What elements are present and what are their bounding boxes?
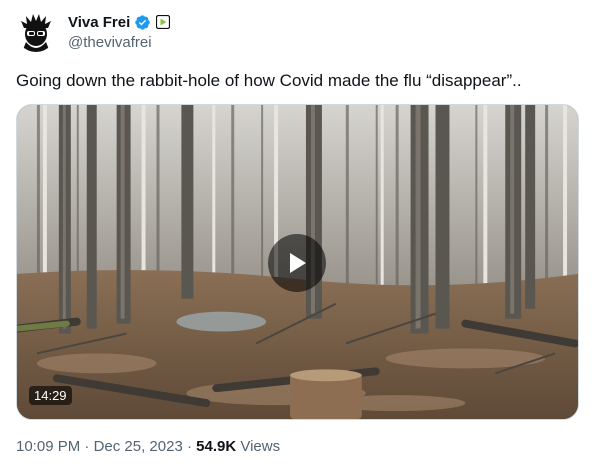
rumble-affiliate-icon[interactable] (156, 15, 171, 29)
tweet-time[interactable]: 10:09 PM (16, 438, 80, 455)
views-label: Views (240, 438, 281, 455)
views-count: 54.9K (196, 438, 237, 455)
tweet-date[interactable]: Dec 25, 2023 (94, 438, 183, 455)
author-block: Viva Frei @thevivafrei (68, 12, 171, 51)
tweet-text: Going down the rabbit-hole of how Covid … (16, 71, 522, 90)
verified-badge-icon[interactable] (134, 14, 151, 31)
author-name-row: Viva Frei (68, 12, 171, 32)
play-button[interactable] (268, 234, 326, 292)
author-handle[interactable]: @thevivafrei (68, 34, 170, 51)
video-duration-badge: 14:29 (29, 386, 72, 405)
meta-separator: · (84, 438, 90, 455)
author-display-name[interactable]: Viva Frei (68, 14, 130, 31)
avatar-icon (16, 12, 56, 52)
play-icon (290, 253, 306, 273)
tweet-meta: 10:09 PM · Dec 25, 2023 · 54.9K Views (16, 438, 280, 455)
video-player[interactable]: 14:29 (16, 104, 579, 420)
meta-separator: · (186, 438, 192, 455)
avatar[interactable] (16, 12, 56, 52)
